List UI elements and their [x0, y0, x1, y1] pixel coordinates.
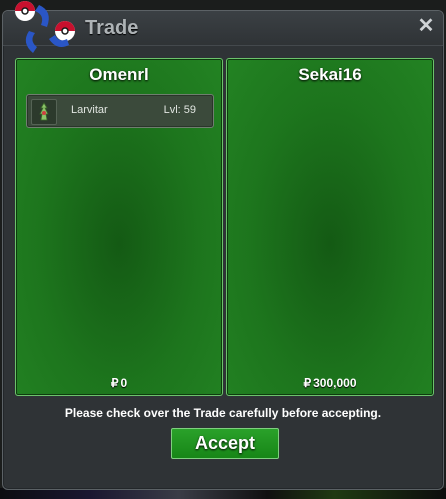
larvitar-icon — [31, 99, 57, 125]
offered-pokemon-item[interactable]: Larvitar Lvl: 59 — [26, 94, 214, 128]
partner-money-amount: 300,000 — [313, 376, 357, 390]
pokemon-name: Larvitar — [71, 104, 108, 116]
currency-icon: ₽ — [110, 376, 119, 390]
trade-notice: Please check over the Trade carefully be… — [64, 406, 382, 420]
my-player-name: Omenrl — [89, 65, 149, 84]
my-money-amount: 0 — [120, 376, 128, 390]
trade-window: Trade ✕ Omenrl Larvitar Lvl: 59 ₽0 Sekai… — [2, 1, 444, 490]
my-money-offer: ₽0 — [16, 376, 222, 390]
partner-offer-panel: Sekai16 ₽300,000 — [226, 58, 434, 396]
window-title: Trade — [85, 17, 139, 39]
currency-icon: ₽ — [303, 376, 312, 390]
partner-player-name: Sekai16 — [298, 65, 362, 84]
close-button[interactable]: ✕ — [415, 15, 437, 37]
partner-money-offer: ₽300,000 — [227, 376, 433, 390]
my-offer-panel: Omenrl Larvitar Lvl: 59 ₽0 — [15, 58, 223, 396]
title-bar[interactable]: Trade ✕ — [3, 1, 443, 53]
accept-button[interactable]: Accept — [171, 428, 279, 459]
pokemon-level: Lvl: 59 — [163, 104, 196, 116]
pokeball-logo-icon — [15, 1, 75, 53]
close-icon: ✕ — [417, 15, 435, 37]
